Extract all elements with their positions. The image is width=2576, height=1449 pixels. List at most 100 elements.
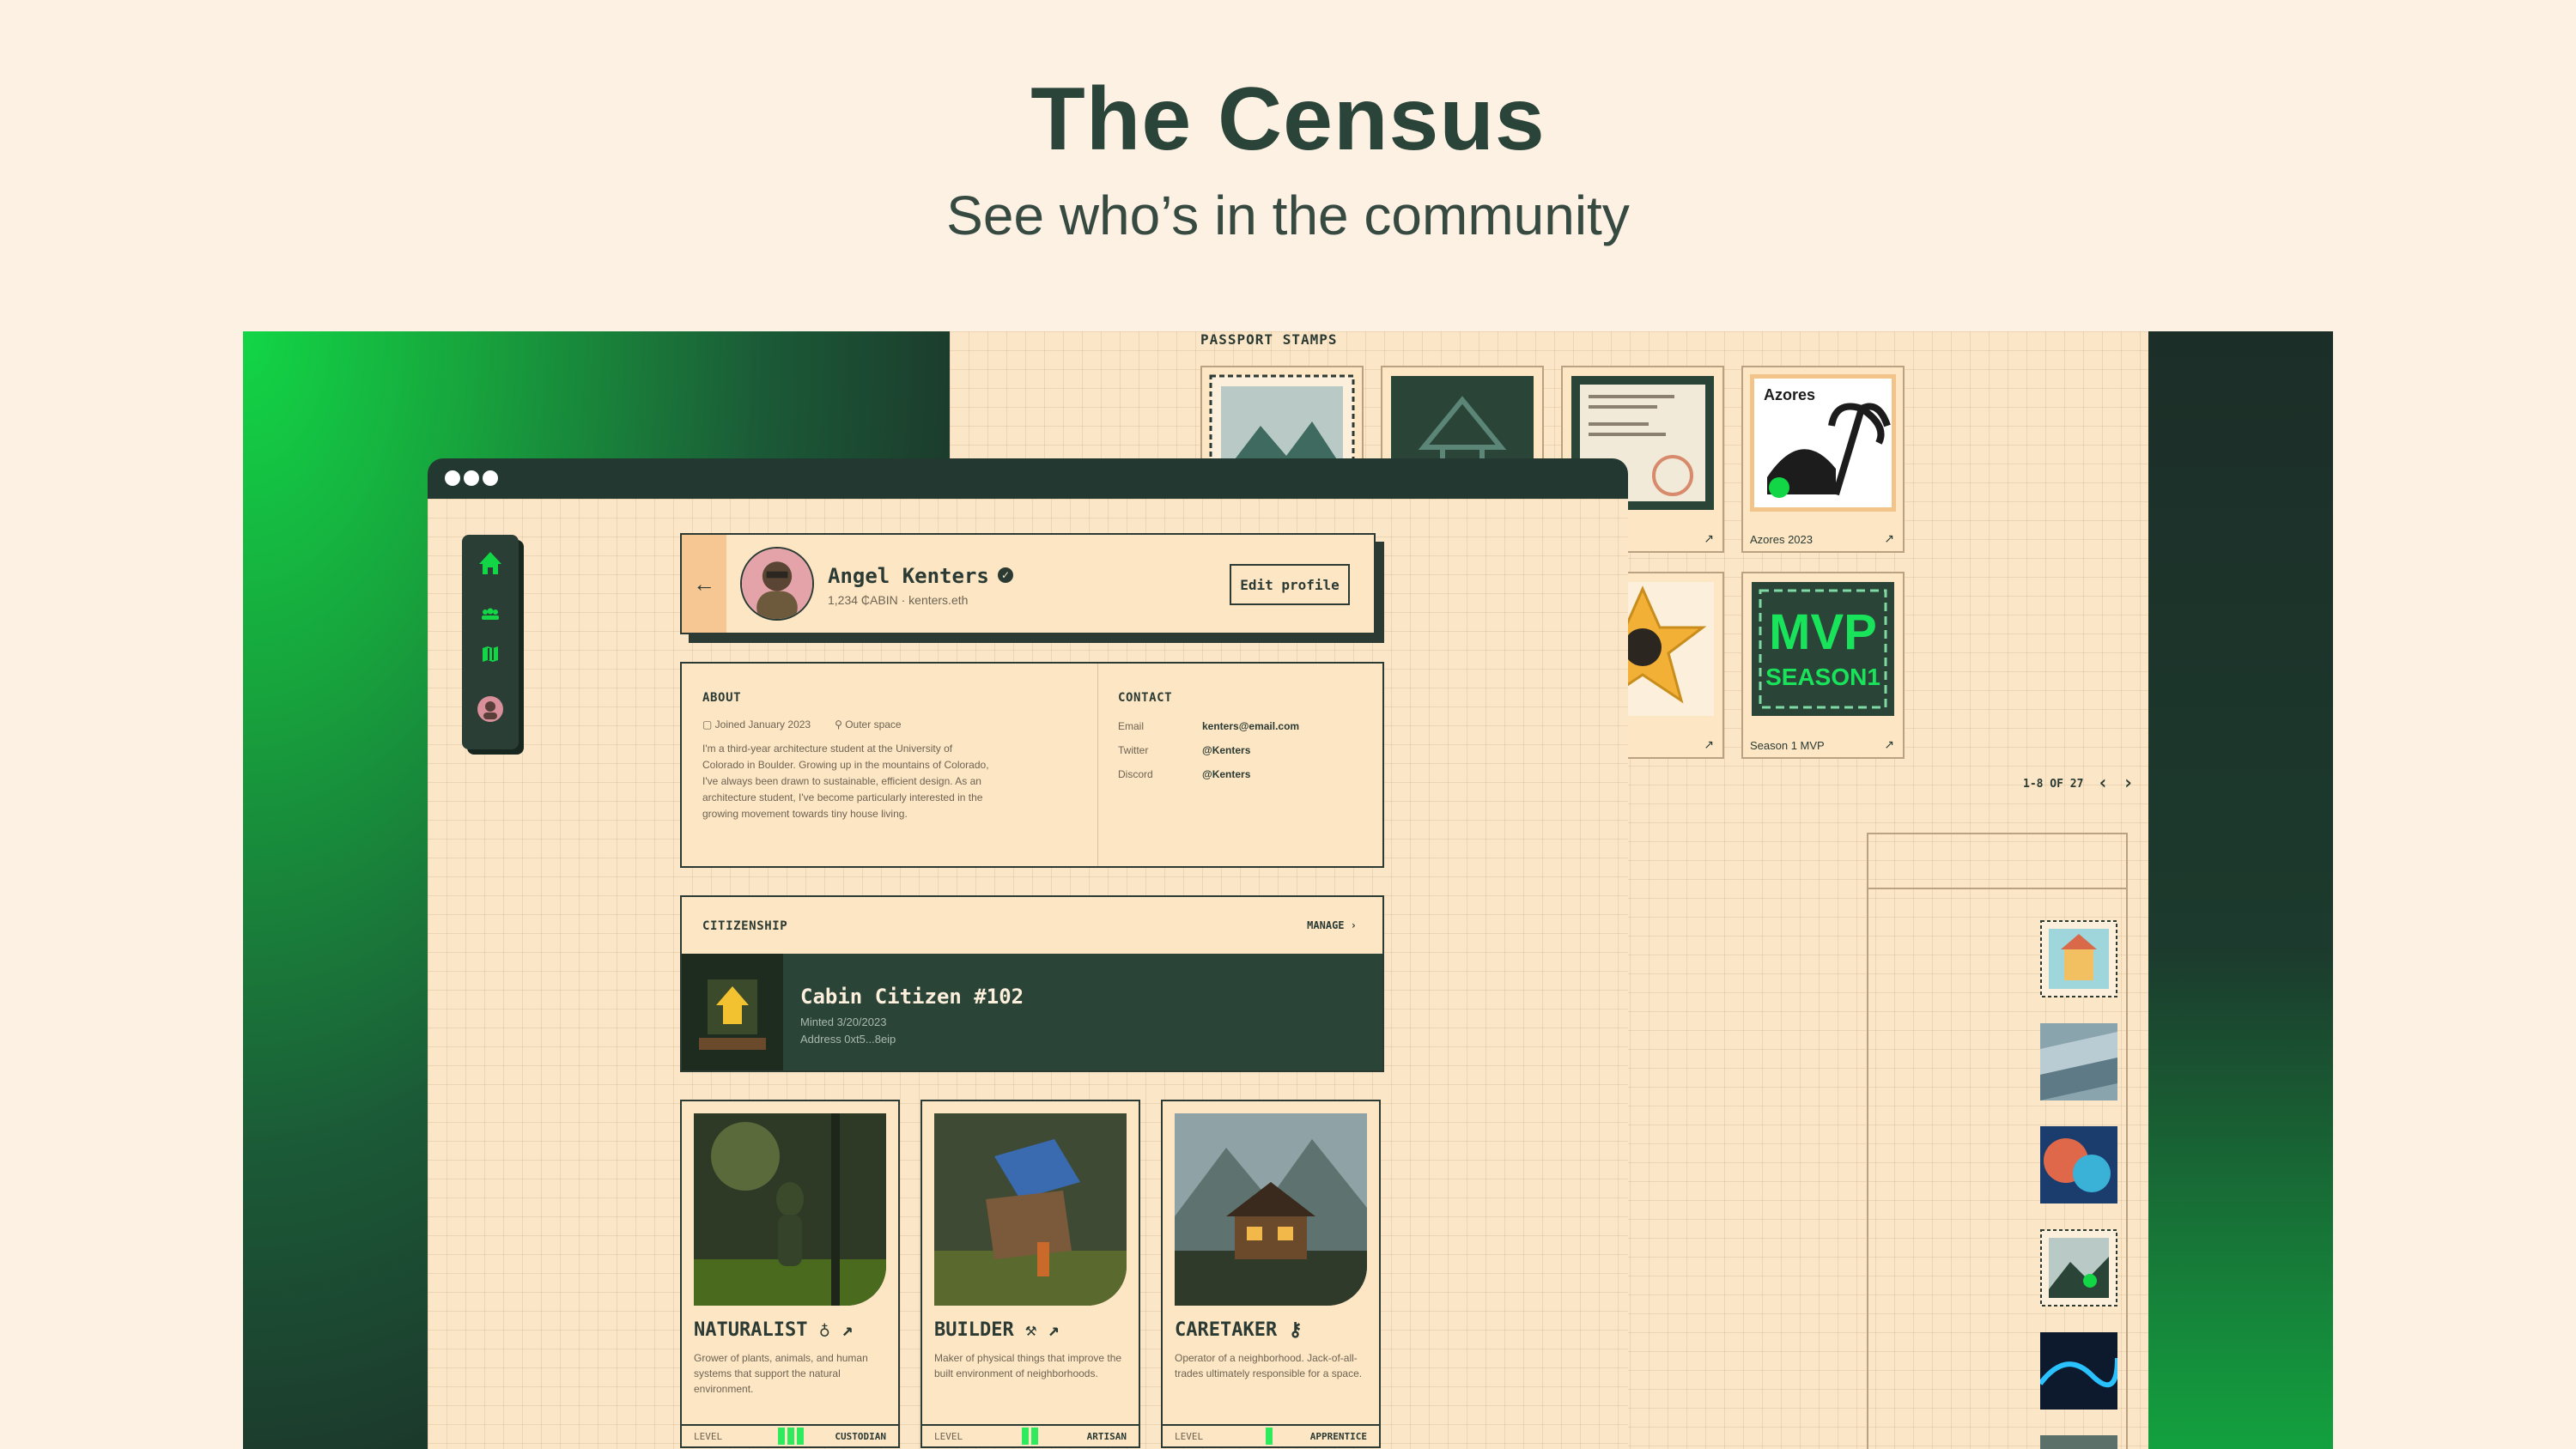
- stamp-thumb[interactable]: [2040, 1435, 2117, 1449]
- dark-gradient-backdrop: [2148, 331, 2333, 1449]
- key-icon: ⚷: [1288, 1319, 1303, 1341]
- citizenship-heading: CITIZENSHIP: [702, 919, 788, 933]
- tools-icon: ⚒: [1024, 1319, 1037, 1341]
- level-rank: CUSTODIAN: [835, 1431, 886, 1442]
- verified-badge-icon: ✓: [998, 567, 1013, 583]
- location-pin-icon: ⚲: [835, 718, 846, 731]
- svg-text:MVP: MVP: [1769, 604, 1877, 660]
- naturalist-image: [694, 1113, 886, 1306]
- external-link-icon[interactable]: ↗: [1048, 1319, 1059, 1341]
- role-card-naturalist[interactable]: NATURALIST ♁ ↗ Grower of plants, animals…: [680, 1100, 900, 1448]
- glass-layers-thumb[interactable]: [2040, 1023, 2117, 1100]
- neon-art-thumb[interactable]: [2040, 1332, 2117, 1410]
- contact-label: Twitter: [1118, 744, 1149, 756]
- role-description: Maker of physical things that improve th…: [934, 1352, 1122, 1379]
- avatar: [740, 547, 814, 621]
- twitter-value[interactable]: @Kenters: [1202, 744, 1250, 756]
- external-link-icon[interactable]: ↗: [1884, 737, 1894, 752]
- list-header: [1868, 834, 2126, 889]
- level-label: LEVEL: [934, 1431, 963, 1442]
- svg-text:Azores: Azores: [1764, 386, 1815, 403]
- level-bar: [1266, 1428, 1273, 1445]
- window-dot-icon: [464, 470, 479, 486]
- stamp-caption: Azores 2023: [1750, 533, 1813, 546]
- role-title: CARETAKER: [1175, 1319, 1278, 1341]
- side-navigation: [462, 535, 519, 749]
- people-icon: [482, 608, 499, 620]
- page-title: The Census: [1030, 70, 1546, 169]
- external-link-icon[interactable]: ↗: [1704, 531, 1714, 546]
- chevron-right-icon: ›: [1350, 919, 1357, 931]
- level-rank: ARTISAN: [1086, 1431, 1127, 1442]
- about-card: ABOUT ▢ Joined January 2023 ⚲ Outer spac…: [680, 662, 1384, 868]
- level-meter: [1022, 1428, 1038, 1445]
- role-name: NATURALIST ♁ ↗: [694, 1319, 853, 1341]
- role-level-bar: LEVEL ARTISAN: [922, 1424, 1139, 1446]
- chevron-right-icon[interactable]: ›: [2123, 774, 2134, 793]
- mountain-stamp-thumb[interactable]: [2040, 1229, 2117, 1307]
- caretaker-image: [1175, 1113, 1367, 1306]
- level-meter: [778, 1428, 804, 1445]
- passport-stamps-heading: PASSPORT STAMPS: [1200, 331, 1338, 348]
- external-link-icon[interactable]: ↗: [1884, 531, 1894, 546]
- contact-heading: CONTACT: [1118, 691, 1173, 705]
- stamp-card[interactable]: MVP SEASON1 Season 1 MVP ↗: [1741, 572, 1905, 759]
- citizen-name: Cabin Citizen #102: [800, 985, 1024, 1009]
- role-description: Grower of plants, animals, and human sys…: [694, 1352, 868, 1395]
- contact-label: Discord: [1118, 768, 1153, 780]
- citizen-nft-row[interactable]: Cabin Citizen #102 Minted 3/20/2023 Addr…: [682, 954, 1382, 1070]
- calendar-icon: ▢: [702, 718, 715, 731]
- level-meter: [1266, 1428, 1273, 1445]
- external-link-icon[interactable]: ↗: [841, 1319, 853, 1341]
- email-value[interactable]: kenters@email.com: [1202, 720, 1299, 732]
- level-label: LEVEL: [694, 1431, 723, 1442]
- app-window: ← Angel Kenters ✓ 1,234 ₵ABIN · kenters.…: [428, 458, 1628, 1449]
- showcase-stage: PASSPORT STAMPS ↗ Azores Azores 2023 ↗ ↗…: [243, 331, 2333, 1449]
- window-dot-icon: [483, 470, 498, 486]
- castle-stamp-thumb[interactable]: [2040, 920, 2117, 997]
- role-level-bar: LEVEL CUSTODIAN: [682, 1424, 898, 1446]
- level-bar: [778, 1428, 785, 1445]
- role-title: BUILDER: [934, 1319, 1014, 1341]
- level-rank: APPRENTICE: [1309, 1431, 1367, 1442]
- about-meta: ▢ Joined January 2023 ⚲ Outer space: [702, 718, 902, 731]
- pager-label: 1-8 OF 27: [2023, 777, 2084, 791]
- about-heading: ABOUT: [702, 691, 742, 705]
- palm-tree-stamp-icon: Azores: [1750, 374, 1896, 512]
- stamps-pager: 1-8 OF 27 ‹ ›: [2023, 774, 2134, 793]
- stamp-card[interactable]: Azores Azores 2023 ↗: [1741, 366, 1905, 553]
- svg-text:SEASON1: SEASON1: [1765, 664, 1880, 690]
- collection-list: [1867, 833, 2128, 1449]
- page-subtitle: See who’s in the community: [946, 185, 1630, 246]
- stamp-caption: Season 1 MVP: [1750, 739, 1825, 752]
- back-arrow-icon[interactable]: ←: [682, 535, 726, 633]
- profile-nav-item[interactable]: [462, 686, 519, 732]
- wallet-address: Address 0xt5...8eip: [800, 1033, 896, 1046]
- level-bar: [1022, 1428, 1029, 1445]
- mvp-stamp-icon: MVP SEASON1: [1752, 582, 1894, 716]
- edit-profile-button[interactable]: Edit profile: [1230, 564, 1350, 605]
- manage-label: MANAGE: [1307, 919, 1345, 931]
- abstract-art-thumb[interactable]: [2040, 1126, 2117, 1203]
- location-info: ⚲ Outer space: [835, 718, 902, 731]
- discord-value[interactable]: @Kenters: [1202, 768, 1250, 780]
- location-text: Outer space: [845, 718, 902, 731]
- role-name: BUILDER ⚒ ↗: [934, 1319, 1060, 1341]
- contact-label: Email: [1118, 720, 1145, 732]
- external-link-icon[interactable]: ↗: [1704, 737, 1714, 752]
- role-card-builder[interactable]: BUILDER ⚒ ↗ Maker of physical things tha…: [920, 1100, 1140, 1448]
- role-level-bar: LEVEL APPRENTICE: [1163, 1424, 1379, 1446]
- chevron-left-icon[interactable]: ‹: [2097, 774, 2108, 793]
- divider: [1097, 664, 1098, 866]
- map-nav-item[interactable]: [462, 631, 519, 677]
- home-nav-item[interactable]: [462, 540, 519, 586]
- level-bar: [1031, 1428, 1038, 1445]
- citizenship-header: CITIZENSHIP MANAGE ›: [682, 897, 1382, 954]
- level-bar: [787, 1428, 794, 1445]
- role-name: CARETAKER ⚷: [1175, 1319, 1303, 1341]
- manage-link[interactable]: MANAGE ›: [1307, 919, 1357, 931]
- citizen-nft-image: [682, 954, 783, 1070]
- role-description: Operator of a neighborhood. Jack-of-all-…: [1175, 1352, 1363, 1379]
- role-card-caretaker[interactable]: CARETAKER ⚷ Operator of a neighborhood. …: [1161, 1100, 1381, 1448]
- profile-header-card: ← Angel Kenters ✓ 1,234 ₵ABIN · kenters.…: [680, 533, 1376, 634]
